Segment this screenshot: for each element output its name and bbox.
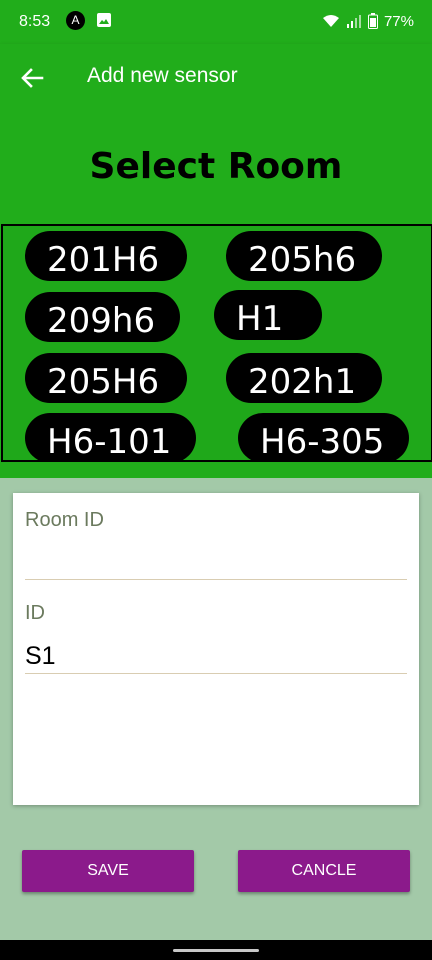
signal-icon bbox=[346, 15, 361, 28]
status-indicators: 77% bbox=[322, 11, 414, 31]
cancel-button[interactable]: CANCLE bbox=[238, 850, 410, 892]
room-chip[interactable]: 202h1 bbox=[226, 353, 382, 403]
battery-percent: 77% bbox=[383, 12, 414, 30]
back-arrow-icon[interactable] bbox=[18, 64, 46, 92]
room-id-label: Room ID bbox=[25, 509, 104, 531]
id-input[interactable] bbox=[25, 639, 407, 674]
id-label: ID bbox=[25, 602, 45, 624]
save-button[interactable]: SAVE bbox=[22, 850, 194, 892]
room-chip[interactable]: H6-101 bbox=[25, 413, 196, 460]
wifi-icon bbox=[322, 15, 339, 27]
select-room-title: Select Room bbox=[89, 146, 343, 187]
status-time: 8:53 bbox=[19, 13, 51, 30]
status-bar: 8:53 A 77% bbox=[0, 0, 432, 44]
app-bar: Add new sensor bbox=[0, 44, 432, 112]
home-gesture-handle[interactable] bbox=[173, 949, 259, 952]
image-icon bbox=[97, 13, 111, 27]
sensor-form-card: Room ID ID bbox=[13, 493, 419, 805]
room-selection-section: Select Room 201H6 205h6 209h6 H1 205H6 2… bbox=[0, 112, 432, 478]
room-list[interactable]: 201H6 205h6 209h6 H1 205H6 202h1 H6-101 … bbox=[1, 224, 432, 462]
room-chip[interactable]: H1 bbox=[214, 290, 322, 340]
app-notification-icon: A bbox=[66, 11, 85, 30]
room-chip[interactable]: 209h6 bbox=[25, 292, 180, 342]
room-chip[interactable]: 201H6 bbox=[25, 231, 187, 281]
system-navigation-bar bbox=[0, 940, 432, 960]
room-chip[interactable]: H6-305 bbox=[238, 413, 409, 460]
room-id-input[interactable] bbox=[25, 545, 407, 580]
room-chip[interactable]: 205H6 bbox=[25, 353, 187, 403]
room-chip[interactable]: 205h6 bbox=[226, 231, 382, 281]
app-bar-title: Add new sensor bbox=[87, 64, 238, 87]
battery-icon bbox=[367, 13, 378, 29]
